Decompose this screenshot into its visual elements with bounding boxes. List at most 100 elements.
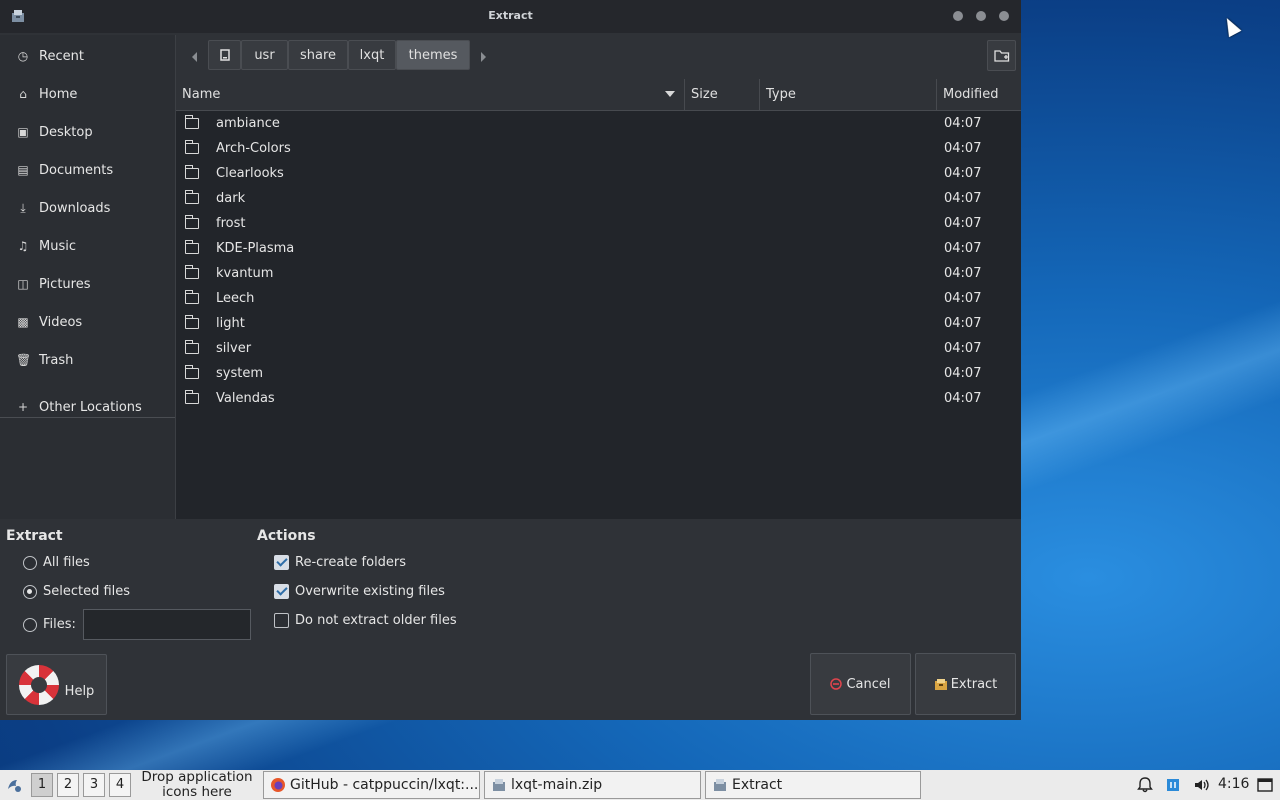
task-label: GitHub - catppuccin/lxqt:... xyxy=(290,777,479,793)
maximize-button[interactable] xyxy=(976,11,986,21)
overwrite-existing-checkbox[interactable]: Overwrite existing files xyxy=(274,584,445,599)
quicklaunch-drop-zone[interactable]: Drop application icons here xyxy=(134,770,260,800)
file-row[interactable]: kvantum 04:07 xyxy=(176,261,1021,286)
file-name: system xyxy=(216,366,263,381)
sidebar-item-trash[interactable]: 🗑 Trash xyxy=(0,343,175,377)
file-row[interactable]: Valendas 04:07 xyxy=(176,386,1021,411)
sidebar-item-other-locations[interactable]: + Other Locations xyxy=(0,390,175,424)
sidebar-item-downloads[interactable]: ⤓ Downloads xyxy=(0,191,175,225)
column-size[interactable]: Size xyxy=(685,79,760,110)
sidebar-item-desktop[interactable]: ▣ Desktop xyxy=(0,115,175,149)
task-label: Extract xyxy=(732,777,783,793)
path-segment-themes[interactable]: themes xyxy=(396,40,470,70)
sidebar-item-label: Videos xyxy=(39,314,83,330)
sidebar-item-videos[interactable]: ▩ Videos xyxy=(0,305,175,339)
file-row[interactable]: system 04:07 xyxy=(176,361,1021,386)
recent-icon: ◷ xyxy=(17,49,29,63)
task-lxqt-main-zip[interactable]: lxqt-main.zip xyxy=(484,771,701,799)
help-button[interactable]: Help xyxy=(6,654,107,715)
close-button[interactable] xyxy=(999,11,1009,21)
file-list[interactable]: Name Size Type Modified ambiance 04:07 Arc… xyxy=(176,79,1021,519)
sidebar-item-label: Recent xyxy=(39,48,84,64)
path-segment-share[interactable]: share xyxy=(288,40,348,70)
file-modified: 04:07 xyxy=(944,266,982,281)
taskbar: 1 2 3 4 Drop application icons here GitH… xyxy=(0,770,1280,800)
title-bar[interactable]: Extract xyxy=(0,0,1021,33)
drive-icon xyxy=(219,49,230,61)
sidebar-item-home[interactable]: ⌂ Home xyxy=(0,77,175,111)
folder-icon xyxy=(184,115,199,129)
path-segment-lxqt[interactable]: lxqt xyxy=(348,40,396,70)
folder-icon xyxy=(184,140,199,154)
new-folder-button[interactable] xyxy=(987,40,1016,71)
sidebar-item-music[interactable]: ♫ Music xyxy=(0,229,175,263)
path-scroll-right-icon[interactable] xyxy=(481,52,486,62)
lxqt-menu-icon[interactable] xyxy=(4,775,24,795)
file-row[interactable]: Arch-Colors 04:07 xyxy=(176,136,1021,161)
notification-bell-icon[interactable] xyxy=(1136,776,1154,794)
show-desktop-icon[interactable] xyxy=(1256,776,1274,794)
downloads-icon: ⤓ xyxy=(20,201,26,215)
file-modified: 04:07 xyxy=(944,366,982,381)
column-name[interactable]: Name xyxy=(176,79,685,110)
extract-button[interactable]: Extract xyxy=(915,653,1016,715)
path-bar: usr share lxqt themes xyxy=(176,35,1021,78)
extract-icon xyxy=(934,678,947,690)
workspace-2-button[interactable]: 2 xyxy=(57,773,79,797)
column-type[interactable]: Type xyxy=(760,79,937,110)
task-extract[interactable]: Extract xyxy=(705,771,921,799)
file-row[interactable]: frost 04:07 xyxy=(176,211,1021,236)
extract-button-label: Extract xyxy=(950,676,998,692)
file-name: dark xyxy=(216,191,246,206)
sidebar-item-documents[interactable]: ▤ Documents xyxy=(0,153,175,187)
sidebar-item-pictures[interactable]: ◫ Pictures xyxy=(0,267,175,301)
file-row[interactable]: Clearlooks 04:07 xyxy=(176,161,1021,186)
clock[interactable]: 4:16 xyxy=(1218,776,1249,792)
desktop-icon: ▣ xyxy=(17,125,29,139)
column-modified[interactable]: Modified xyxy=(937,79,1021,110)
radio-indicator xyxy=(23,584,37,599)
all-files-label: All files xyxy=(43,555,90,570)
file-row[interactable]: ambiance 04:07 xyxy=(176,111,1021,136)
file-row[interactable]: dark 04:07 xyxy=(176,186,1021,211)
file-modified: 04:07 xyxy=(944,341,982,356)
network-icon[interactable] xyxy=(1164,776,1182,794)
file-name: Valendas xyxy=(216,391,275,406)
files-pattern-radio[interactable]: Files: xyxy=(23,617,76,632)
workspace-3-button[interactable]: 3 xyxy=(83,773,105,797)
file-row[interactable]: Leech 04:07 xyxy=(176,286,1021,311)
workspace-1-button[interactable]: 1 xyxy=(31,773,53,797)
recreate-folders-checkbox[interactable]: Re-create folders xyxy=(274,555,406,570)
task-firefox-github[interactable]: GitHub - catppuccin/lxqt:... xyxy=(263,771,480,799)
extract-options-panel: Extract All files Selected files Files: … xyxy=(0,519,1021,720)
volume-icon[interactable] xyxy=(1192,776,1210,794)
archiver-icon xyxy=(493,779,505,791)
window-title: Extract xyxy=(488,9,533,22)
folder-icon xyxy=(184,265,199,279)
radio-indicator xyxy=(23,555,37,570)
do-not-extract-older-checkbox[interactable]: Do not extract older files xyxy=(274,613,457,628)
path-segment-usr[interactable]: usr xyxy=(241,40,288,70)
minimize-button[interactable] xyxy=(953,11,963,21)
folder-icon xyxy=(184,315,199,329)
trash-icon: 🗑 xyxy=(16,353,32,367)
file-row[interactable]: KDE-Plasma 04:07 xyxy=(176,236,1021,261)
sidebar-item-recent[interactable]: ◷ Recent xyxy=(0,39,175,73)
file-row[interactable]: light 04:07 xyxy=(176,311,1021,336)
recreate-folders-label: Re-create folders xyxy=(295,555,407,570)
selected-files-radio[interactable]: Selected files xyxy=(23,584,130,599)
all-files-radio[interactable]: All files xyxy=(23,555,90,570)
workspace-4-button[interactable]: 4 xyxy=(109,773,131,797)
do-not-extract-older-label: Do not extract older files xyxy=(295,613,457,628)
file-row[interactable]: silver 04:07 xyxy=(176,336,1021,361)
files-pattern-input[interactable] xyxy=(83,609,251,640)
cancel-button[interactable]: Cancel xyxy=(810,653,911,715)
folder-icon xyxy=(184,190,199,204)
file-modified: 04:07 xyxy=(944,241,982,256)
folder-icon xyxy=(184,390,199,404)
path-scroll-left-icon[interactable] xyxy=(192,52,197,62)
sidebar-item-label: Home xyxy=(39,86,78,102)
folder-icon xyxy=(184,290,199,304)
path-root-button[interactable] xyxy=(208,40,241,70)
column-header: Name Size Type Modified xyxy=(176,79,1021,111)
